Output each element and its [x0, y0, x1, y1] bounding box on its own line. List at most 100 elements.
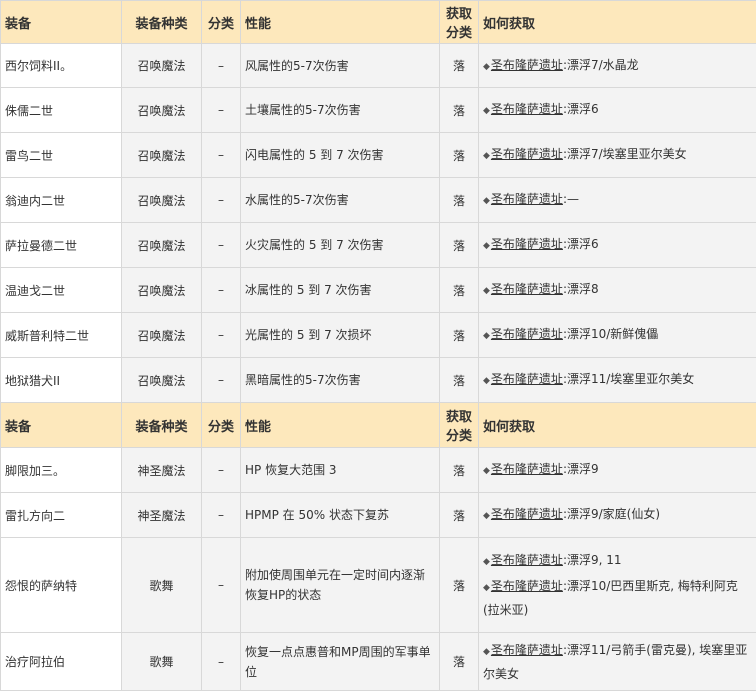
header-label: 获取 分类 — [445, 7, 472, 41]
obtain-line: ◆圣布隆萨遗址:漂浮10/新鲜傀儡 — [483, 323, 752, 347]
diamond-bullet-icon: ◆ — [483, 646, 490, 657]
obtain-category: 落 — [439, 312, 479, 358]
obtain-line: ◆圣布隆萨遗址:漂浮7/埃塞里亚尔美女 — [483, 143, 752, 167]
equipment-name: 侏儒二世 — [0, 87, 122, 133]
obtain-category: 落 — [439, 447, 479, 493]
how-to-obtain: ◆圣布隆萨遗址:— — [478, 177, 756, 223]
obtain-line: ◆圣布隆萨遗址:漂浮6 — [483, 98, 752, 122]
header-label: 获取 分类 — [445, 410, 472, 444]
equipment-category: – — [201, 222, 241, 268]
table-row: 地狱猎犬II 召唤魔法 – 黑暗属性的5-7次伤害落 ◆圣布隆萨遗址:漂浮11/埃塞里亚… — [0, 357, 756, 403]
location-link[interactable]: 圣布隆萨遗址 — [491, 192, 563, 206]
equipment-type: 召唤魔法 — [121, 87, 202, 133]
equipment-name: 治疗阿拉伯 — [0, 632, 122, 691]
how-to-obtain: ◆圣布隆萨遗址:漂浮6 — [478, 87, 756, 133]
location-link[interactable]: 圣布隆萨遗址 — [491, 462, 563, 476]
equipment-category: – — [201, 632, 241, 691]
equipment-performance: 恢复一点点惠普和MP周围的军事单位 — [240, 632, 440, 691]
header-row: 装备 装备种类 分类 性能 获取 分类 如何获取 — [0, 0, 756, 44]
obtain-detail: :漂浮10/新鲜傀儡 — [562, 327, 659, 341]
location-link[interactable]: 圣布隆萨遗址 — [491, 372, 563, 386]
table-row: 萨拉曼德二世 召唤魔法 – 火灾属性的 5 到 7 次伤害落 ◆圣布隆萨遗址:漂浮6 — [0, 222, 756, 268]
obtain-detail: :漂浮7/水晶龙 — [562, 57, 639, 72]
location-link[interactable]: 圣布隆萨遗址 — [491, 58, 563, 72]
header-equipment: 装备 — [0, 0, 122, 44]
how-to-obtain: ◆圣布隆萨遗址:漂浮9/家庭(仙女) — [478, 492, 756, 538]
how-to-obtain: ◆圣布隆萨遗址:漂浮11/弓箭手(雷克曼), 埃塞里亚尔美女 — [478, 632, 756, 691]
obtain-category: 落 — [439, 132, 479, 178]
obtain-category: 落 — [439, 222, 479, 268]
obtain-category: 落 — [439, 267, 479, 313]
obtain-category: 落 — [439, 87, 479, 133]
header-label: 分类 — [207, 419, 234, 435]
location-link[interactable]: 圣布隆萨遗址 — [491, 147, 563, 161]
header-label: 性能 — [245, 419, 272, 435]
obtain-category: 落 — [439, 357, 479, 403]
how-to-obtain: ◆圣布隆萨遗址:漂浮9, 11 ◆圣布隆萨遗址:漂浮10/巴西里斯克, 梅特利阿克… — [478, 537, 756, 633]
equipment-name: 威斯普利特二世 — [0, 312, 122, 358]
equipment-type: 召唤魔法 — [121, 267, 202, 313]
equipment-category: – — [201, 177, 241, 223]
obtain-detail: :漂浮6 — [562, 102, 599, 116]
header-label: 装备 — [5, 419, 32, 435]
header-category: 分类 — [201, 0, 241, 44]
equipment-performance: 闪电属性的 5 到 7 次伤害 — [240, 132, 440, 178]
table-row: 怨恨的萨纳特 歌舞 – 附加使周围单元在一定时间内逐渐恢复HP的状态落 ◆圣布隆萨遗址:… — [0, 537, 756, 633]
location-link[interactable]: 圣布隆萨遗址 — [491, 507, 563, 521]
location-link[interactable]: 圣布隆萨遗址 — [491, 553, 563, 567]
diamond-bullet-icon: ◆ — [483, 376, 490, 386]
obtain-line: ◆圣布隆萨遗址:— — [483, 188, 752, 212]
header-obtain-category: 获取 分类 — [439, 402, 479, 448]
location-link[interactable]: 圣布隆萨遗址 — [491, 282, 563, 296]
equipment-category: – — [201, 312, 241, 358]
header-performance: 性能 — [240, 0, 440, 44]
equipment-type: 歌舞 — [121, 632, 202, 691]
equipment-performance: 风属性的5-7次伤害 — [240, 43, 440, 88]
obtain-category: 落 — [439, 492, 479, 538]
diamond-bullet-icon: ◆ — [483, 466, 490, 476]
how-to-obtain: ◆圣布隆萨遗址:漂浮7/水晶龙 — [478, 43, 756, 88]
obtain-detail: :漂浮9 — [562, 462, 599, 476]
obtain-detail: :漂浮9, 11 — [562, 553, 622, 567]
equipment-performance: 土壤属性的5-7次伤害 — [240, 87, 440, 133]
equipment-type: 神圣魔法 — [121, 447, 202, 493]
location-link[interactable]: 圣布隆萨遗址 — [491, 579, 563, 593]
location-link[interactable]: 圣布隆萨遗址 — [491, 327, 563, 341]
location-link[interactable]: 圣布隆萨遗址 — [491, 643, 563, 657]
obtain-detail: :漂浮9/家庭(仙女) — [562, 507, 661, 521]
header-label: 如何获取 — [483, 16, 536, 32]
equipment-name: 雷鸟二世 — [0, 132, 122, 178]
header-row: 装备 装备种类 分类 性能 获取 分类 如何获取 — [0, 402, 756, 448]
diamond-bullet-icon: ◆ — [483, 557, 490, 567]
diamond-bullet-icon: ◆ — [483, 583, 490, 593]
obtain-line: ◆圣布隆萨遗址:漂浮11/弓箭手(雷克曼), 埃塞里亚尔美女 — [483, 639, 752, 685]
location-link[interactable]: 圣布隆萨遗址 — [491, 237, 563, 251]
equipment-performance: HP 恢复大范围 3 — [240, 447, 440, 493]
how-to-obtain: ◆圣布隆萨遗址:漂浮10/新鲜傀儡 — [478, 312, 756, 358]
obtain-line: ◆圣布隆萨遗址:漂浮10/巴西里斯克, 梅特利阿克(拉米亚) — [483, 575, 752, 621]
equipment-table: 装备 装备种类 分类 性能 获取 分类 如何获取 西尔饲料II。 召唤魔法 – 风属性的5-7次伤害… — [0, 0, 756, 691]
equipment-type: 召唤魔法 — [121, 43, 202, 88]
equipment-type: 召唤魔法 — [121, 177, 202, 223]
location-link[interactable]: 圣布隆萨遗址 — [491, 102, 563, 116]
table-row: 威斯普利特二世 召唤魔法 – 光属性的 5 到 7 次损坏落 ◆圣布隆萨遗址:漂浮10/… — [0, 312, 756, 358]
header-equipment: 装备 — [0, 402, 122, 448]
diamond-bullet-icon: ◆ — [483, 151, 490, 161]
equipment-performance: 附加使周围单元在一定时间内逐渐恢复HP的状态 — [240, 537, 440, 633]
diamond-bullet-icon: ◆ — [483, 61, 490, 72]
how-to-obtain: ◆圣布隆萨遗址:漂浮7/埃塞里亚尔美女 — [478, 132, 756, 178]
obtain-line: ◆圣布隆萨遗址:漂浮11/埃塞里亚尔美女 — [483, 368, 752, 392]
diamond-bullet-icon: ◆ — [483, 106, 490, 116]
equipment-category: – — [201, 132, 241, 178]
obtain-line: ◆圣布隆萨遗址:漂浮9 — [483, 458, 752, 482]
obtain-detail: :— — [562, 192, 579, 206]
how-to-obtain: ◆圣布隆萨遗址:漂浮6 — [478, 222, 756, 268]
equipment-name: 雷扎方向二 — [0, 492, 122, 538]
equipment-type: 召唤魔法 — [121, 312, 202, 358]
equipment-performance: 冰属性的 5 到 7 次伤害 — [240, 267, 440, 313]
equipment-type: 神圣魔法 — [121, 492, 202, 538]
obtain-detail: :漂浮7/埃塞里亚尔美女 — [562, 147, 687, 161]
equipment-performance: 火灾属性的 5 到 7 次伤害 — [240, 222, 440, 268]
obtain-category: 落 — [439, 537, 479, 633]
obtain-category: 落 — [439, 43, 479, 88]
